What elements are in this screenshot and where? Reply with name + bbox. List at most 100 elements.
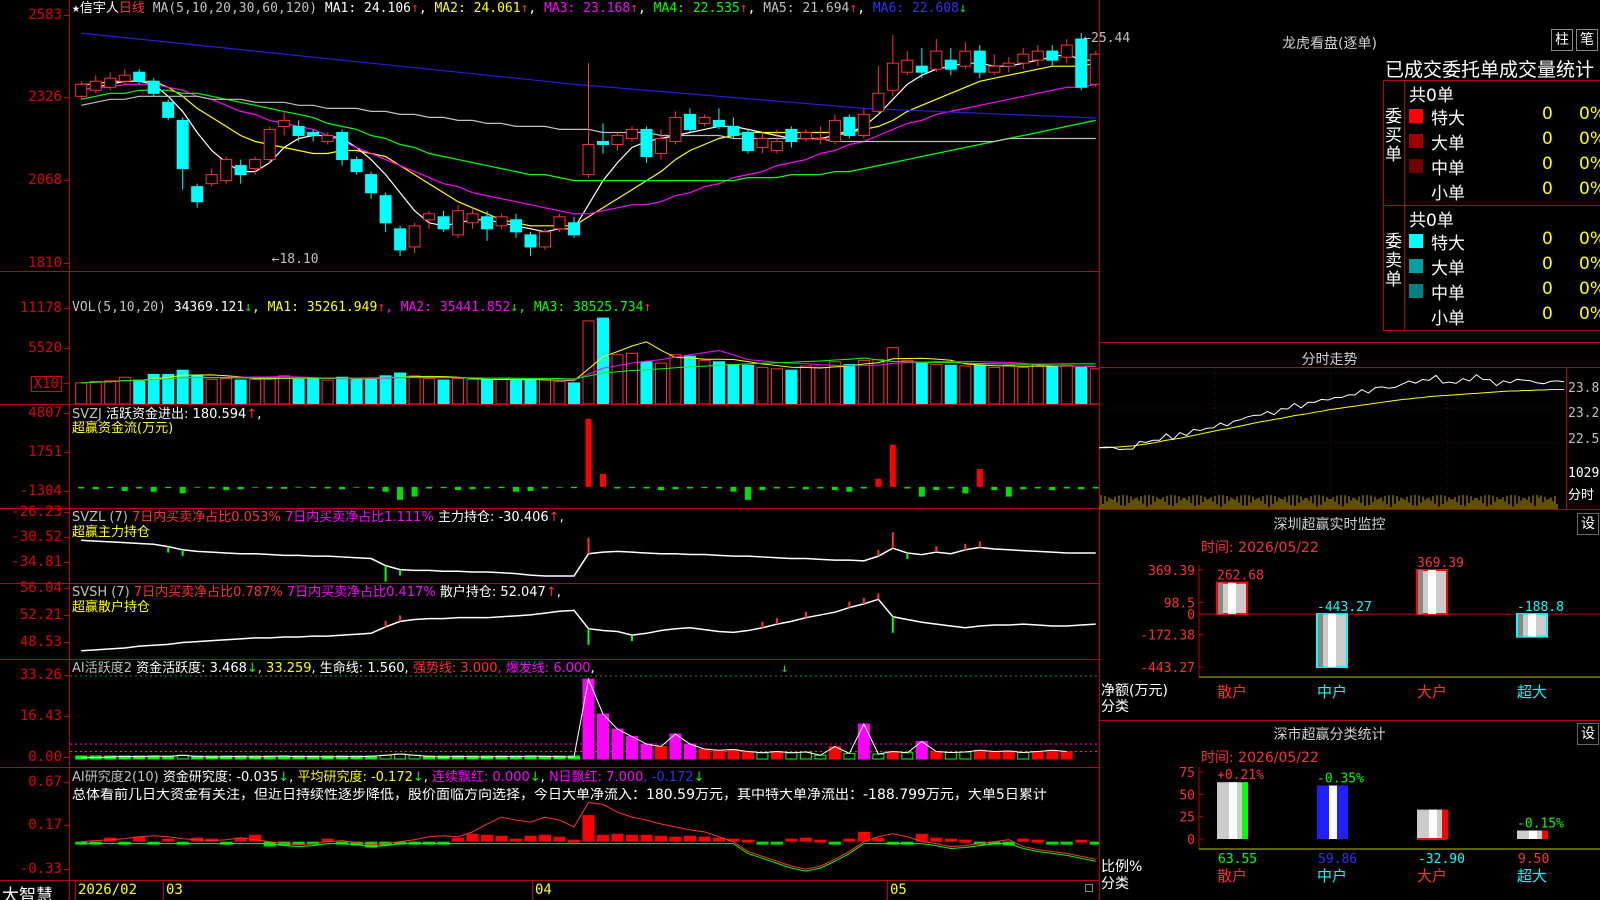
order-pct: 0% (1579, 179, 1600, 199)
research-bar (814, 839, 827, 843)
tab-tick-view[interactable]: 笔 (1576, 29, 1598, 51)
vol-y-tick: 11178 (19, 300, 62, 316)
volume-bar (1089, 368, 1099, 404)
activity-bar (857, 723, 870, 760)
fund-flow-bar (194, 486, 201, 488)
research-bar (452, 837, 465, 842)
order-count: 0 (1542, 104, 1553, 124)
volume-bar (249, 378, 262, 404)
candle-body (814, 137, 827, 140)
intraday-chart[interactable] (1099, 368, 1566, 509)
y-tick: 50 (1179, 788, 1195, 803)
panel-title: 深市超赢分类统计 (1273, 727, 1386, 743)
y-tick: 25 (1179, 811, 1195, 826)
order-type: 小单 (1431, 184, 1465, 204)
tick-mark (64, 642, 69, 643)
legend-item: , MA1: (252, 300, 307, 315)
svsh-chart[interactable] (70, 584, 1099, 659)
trading-terminal: { "price": { "legend": {"star":"★","name… (0, 0, 1600, 900)
candle-body (234, 165, 247, 176)
candle-body (220, 159, 233, 182)
bar-shade (1218, 582, 1223, 615)
candle-body (727, 125, 740, 136)
ai-research-chart[interactable] (70, 768, 1099, 880)
fund-flow-bar (715, 486, 722, 489)
fund-flow-bar (527, 486, 534, 491)
svzj-chart[interactable] (70, 409, 1099, 508)
activity-bar (785, 752, 798, 760)
ai2-y-tick: 0.17 (28, 817, 62, 833)
category-bar (1317, 785, 1348, 839)
volume-bar (205, 378, 218, 404)
research-bar (944, 838, 957, 842)
fund-flow-bar (1005, 486, 1012, 497)
research-bar (770, 841, 783, 845)
candle-body (712, 119, 725, 127)
ai-activity-chart[interactable]: ↓ (70, 660, 1099, 767)
volume-bar (539, 379, 552, 404)
sz-category-chart[interactable]: 75 50 25 0 63.55 +0.21% 散户 59.86 -0.35% 中户 -32.90大… (1099, 760, 1600, 900)
research-bar (1089, 841, 1099, 845)
fund-flow-bar (266, 486, 273, 489)
lock-icon[interactable] (1085, 884, 1093, 892)
volume-bar (669, 354, 682, 404)
candle-body (1002, 62, 1015, 67)
bar-highlight (1229, 782, 1237, 839)
fund-flow-bar (976, 469, 983, 487)
tick-mark (64, 263, 69, 264)
candle-body (988, 65, 1001, 73)
fund-flow-bar (469, 486, 476, 490)
bar-accent (1542, 830, 1548, 839)
volume-chart[interactable] (70, 316, 1099, 404)
fund-flow-bar (150, 486, 157, 492)
volume-bar (843, 364, 856, 404)
category-bar (1416, 569, 1448, 616)
svzl-chart[interactable] (70, 509, 1099, 583)
settings-button[interactable]: 设 (1577, 723, 1599, 745)
candle-body (249, 159, 262, 170)
fund-flow-bar (1078, 486, 1085, 490)
fund-flow-bar (513, 486, 520, 492)
volume-bar (814, 366, 827, 404)
settings-button[interactable]: 设 (1577, 513, 1599, 535)
bar-shade (1318, 614, 1323, 667)
research-bar (1031, 839, 1044, 843)
y-tick: 75 (1179, 766, 1195, 781)
fund-flow-bar (484, 486, 491, 489)
research-bar (843, 838, 856, 842)
activity-bar (959, 751, 972, 760)
period-label[interactable]: 日线 (119, 1, 145, 16)
price-y-tick: 1810 (28, 255, 62, 271)
panel-title: 龙虎看盘(逐单) (1282, 36, 1377, 52)
date-tick (887, 881, 888, 900)
legend-item: VOL(5,10,20) (72, 300, 166, 315)
fund-flow-bar (643, 486, 650, 489)
activity-bar (770, 751, 783, 760)
candle-body (75, 83, 88, 97)
volume-bar (452, 378, 465, 404)
volume-bar (466, 378, 479, 404)
sz-realtime-chart[interactable]: 369.3998.50-172.38-443.27262.68散户-443.27… (1099, 550, 1600, 720)
activity-bar (596, 713, 609, 760)
fund-flow-bar (179, 486, 186, 494)
bar-value: 369.39 (1417, 556, 1464, 571)
panel-divider (0, 404, 1099, 405)
bar-value: -32.90 (1418, 852, 1465, 867)
tick-mark (64, 588, 69, 589)
candle-body (539, 231, 552, 248)
legend-item: ↑ (643, 300, 652, 315)
ai2-y-tick: 0.67 (28, 774, 62, 790)
ma-value: 24.061 (473, 1, 521, 16)
star-icon[interactable]: ★ (72, 1, 80, 16)
volume-bar (770, 368, 783, 404)
candle-body (843, 116, 856, 136)
tab-bar-view[interactable]: 柱 (1551, 29, 1573, 51)
candlestick-chart[interactable] (70, 18, 1099, 271)
activity-bar (683, 743, 696, 760)
tick-mark (64, 413, 69, 414)
fund-flow-bar (107, 486, 114, 489)
candle-body (524, 234, 537, 248)
date-label: 04 (535, 882, 552, 898)
order-type: 小单 (1431, 309, 1465, 329)
candle-body (118, 74, 131, 82)
